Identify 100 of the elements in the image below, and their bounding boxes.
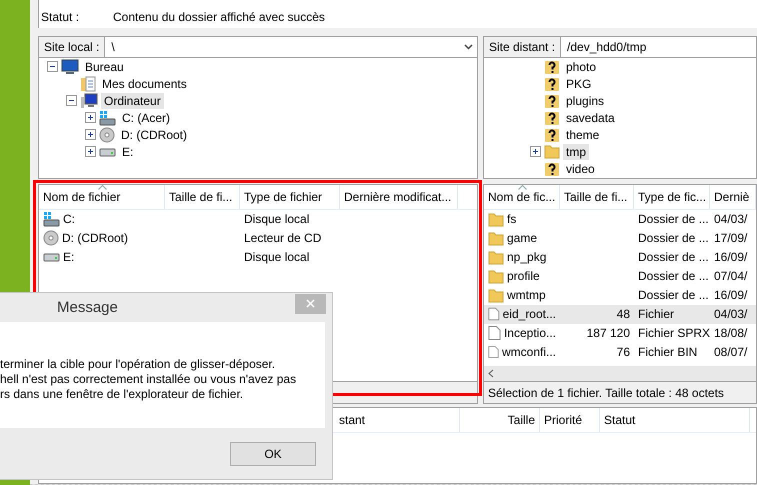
question-folder-icon [544, 110, 560, 126]
tree-item[interactable]: PKG [563, 76, 594, 92]
tree-item[interactable]: photo [563, 58, 600, 74]
column-header[interactable]: Taille de fi... [165, 184, 240, 209]
folder-icon [488, 212, 504, 227]
file-name-cell: fs [484, 212, 560, 227]
file-name-cell: Inceptio... [484, 325, 560, 342]
tree-item[interactable]: D: (CDRoot) [118, 126, 190, 142]
file-icon [488, 306, 500, 322]
windows-drive-icon [43, 211, 60, 228]
folder-icon [488, 268, 504, 284]
question-folder-icon [544, 160, 560, 176]
file-row[interactable]: wmconfi... 76 Fichier BIN 08/07/ [484, 342, 756, 362]
file-row[interactable]: eid_root... 48 Fichier 04/03/ [484, 304, 756, 324]
file-name-cell: C: [39, 211, 165, 228]
sort-caret-icon [98, 184, 106, 190]
path-field[interactable]: /dev_hdd0/tmp [561, 37, 756, 57]
modified-cell-text: 08/07/ [713, 345, 748, 360]
folder-icon [488, 250, 504, 265]
file-name-cell: D: (CDRoot) [39, 230, 165, 246]
file-name-cell: profile [484, 268, 560, 284]
site-label: Site distant : [484, 37, 562, 57]
file-type-cell-text: Dossier de ... [637, 269, 710, 284]
column-header[interactable]: Derniè [710, 184, 756, 209]
document-folder-icon [80, 76, 96, 92]
column-header[interactable]: Nom de fichier [39, 184, 165, 209]
file-icon [488, 344, 499, 360]
file-row[interactable]: fs Dossier de ... 04/03/ [484, 210, 756, 229]
sort-caret-icon [518, 184, 526, 190]
question-folder-icon [544, 76, 560, 92]
column-header[interactable]: stant [335, 408, 460, 432]
file-type-cell-text: Dossier de ... [637, 212, 710, 226]
file-type-cell-text: Dossier de ... [637, 288, 710, 302]
column-header[interactable]: Dernière modificat... [340, 184, 458, 209]
file-row[interactable]: game Dossier de ... 17/09/ [484, 228, 756, 248]
column-header[interactable]: Type de fic... [634, 184, 710, 209]
file-type-cell-text: Fichier [637, 307, 676, 322]
collapse-icon[interactable] [66, 95, 77, 106]
question-folder-icon [544, 58, 560, 74]
horizontal-scrollbar[interactable] [484, 366, 756, 382]
tree-item[interactable]: plugins [563, 92, 608, 108]
file-row[interactable]: D: (CDRoot) Lecteur de CD [39, 228, 477, 248]
selection-status: Sélection de 1 fichier. Taille totale : 48 octets [488, 386, 724, 400]
tree-item[interactable]: Ordinateur [101, 92, 164, 108]
ok-button[interactable]: OK [230, 442, 316, 466]
column-header[interactable]: Taille de fi... [560, 184, 634, 209]
modified-cell-text: 04/03/ [713, 212, 748, 226]
file-type-cell-text: Fichier SPRX [637, 326, 710, 340]
expand-icon[interactable] [85, 112, 96, 123]
file-type-cell-text: Fichier BIN [637, 345, 698, 360]
path-field[interactable]: \ [105, 37, 477, 57]
column-header[interactable]: Priorité [540, 408, 600, 432]
column-header[interactable]: Taille [460, 408, 540, 432]
log-message: Contenu du dossier affiché avec succès [113, 10, 325, 24]
file-name-cell: eid_root... [484, 306, 560, 322]
folder-icon [488, 230, 504, 246]
file-type-cell-text: Lecteur de CD [243, 231, 322, 246]
file-row[interactable]: wmtmp Dossier de ... 16/09/ [484, 286, 756, 305]
expand-icon[interactable] [85, 129, 96, 140]
scroll-left-icon[interactable] [488, 369, 494, 378]
tree-item[interactable]: E: [119, 144, 136, 160]
tree-item[interactable]: savedata [563, 110, 618, 126]
expand-icon[interactable] [530, 146, 541, 157]
collapse-icon[interactable] [47, 61, 58, 72]
tree-item[interactable]: video [563, 160, 598, 176]
file-type-cell-text: Dossier de ... [637, 231, 710, 246]
dialog-title: Message [57, 299, 118, 316]
file-type-cell-text: Dossier de ... [637, 250, 710, 264]
file-name-cell: E: [39, 250, 165, 264]
file-icon [488, 325, 501, 342]
column-header[interactable]: Statut [600, 408, 750, 432]
tree-item[interactable]: Bureau [82, 58, 127, 74]
tree-item[interactable]: Mes documents [99, 76, 190, 92]
tree-item[interactable]: tmp [563, 144, 590, 160]
dropdown-caret-icon[interactable] [464, 44, 473, 50]
tree-item[interactable]: theme [563, 126, 602, 142]
file-size-cell-text: 187 120 [586, 326, 631, 340]
file-row[interactable]: profile Dossier de ... 07/04/ [484, 266, 756, 286]
file-name-cell: wmconfi... [484, 344, 560, 360]
drive-icon [99, 146, 116, 156]
file-row[interactable]: C: Disque local [39, 210, 477, 229]
file-row[interactable]: Inceptio... 187 120 Fichier SPRX 18/08/ [484, 324, 756, 343]
expand-icon[interactable] [85, 146, 96, 157]
column-header[interactable]: Type de fichier [240, 184, 340, 209]
cd-icon [43, 230, 59, 246]
file-row[interactable]: E: Disque local [39, 248, 477, 267]
folder-icon [544, 144, 560, 159]
computer-icon [80, 92, 98, 108]
monitor-icon [61, 58, 79, 74]
question-folder-icon [544, 126, 560, 142]
tree-item[interactable]: C: (Acer) [119, 110, 173, 126]
modified-cell-text: 16/09/ [713, 250, 748, 264]
file-row[interactable]: np_pkg Dossier de ... 16/09/ [484, 248, 756, 267]
file-name-cell: game [484, 230, 560, 246]
modified-cell-text: 07/04/ [713, 269, 748, 284]
column-header[interactable]: Nom de fic... [484, 184, 560, 209]
file-type-cell-text: Disque local [243, 250, 310, 264]
drive-icon [43, 252, 60, 262]
cd-icon [99, 126, 115, 142]
modified-cell-text: 04/03/ [713, 307, 748, 322]
